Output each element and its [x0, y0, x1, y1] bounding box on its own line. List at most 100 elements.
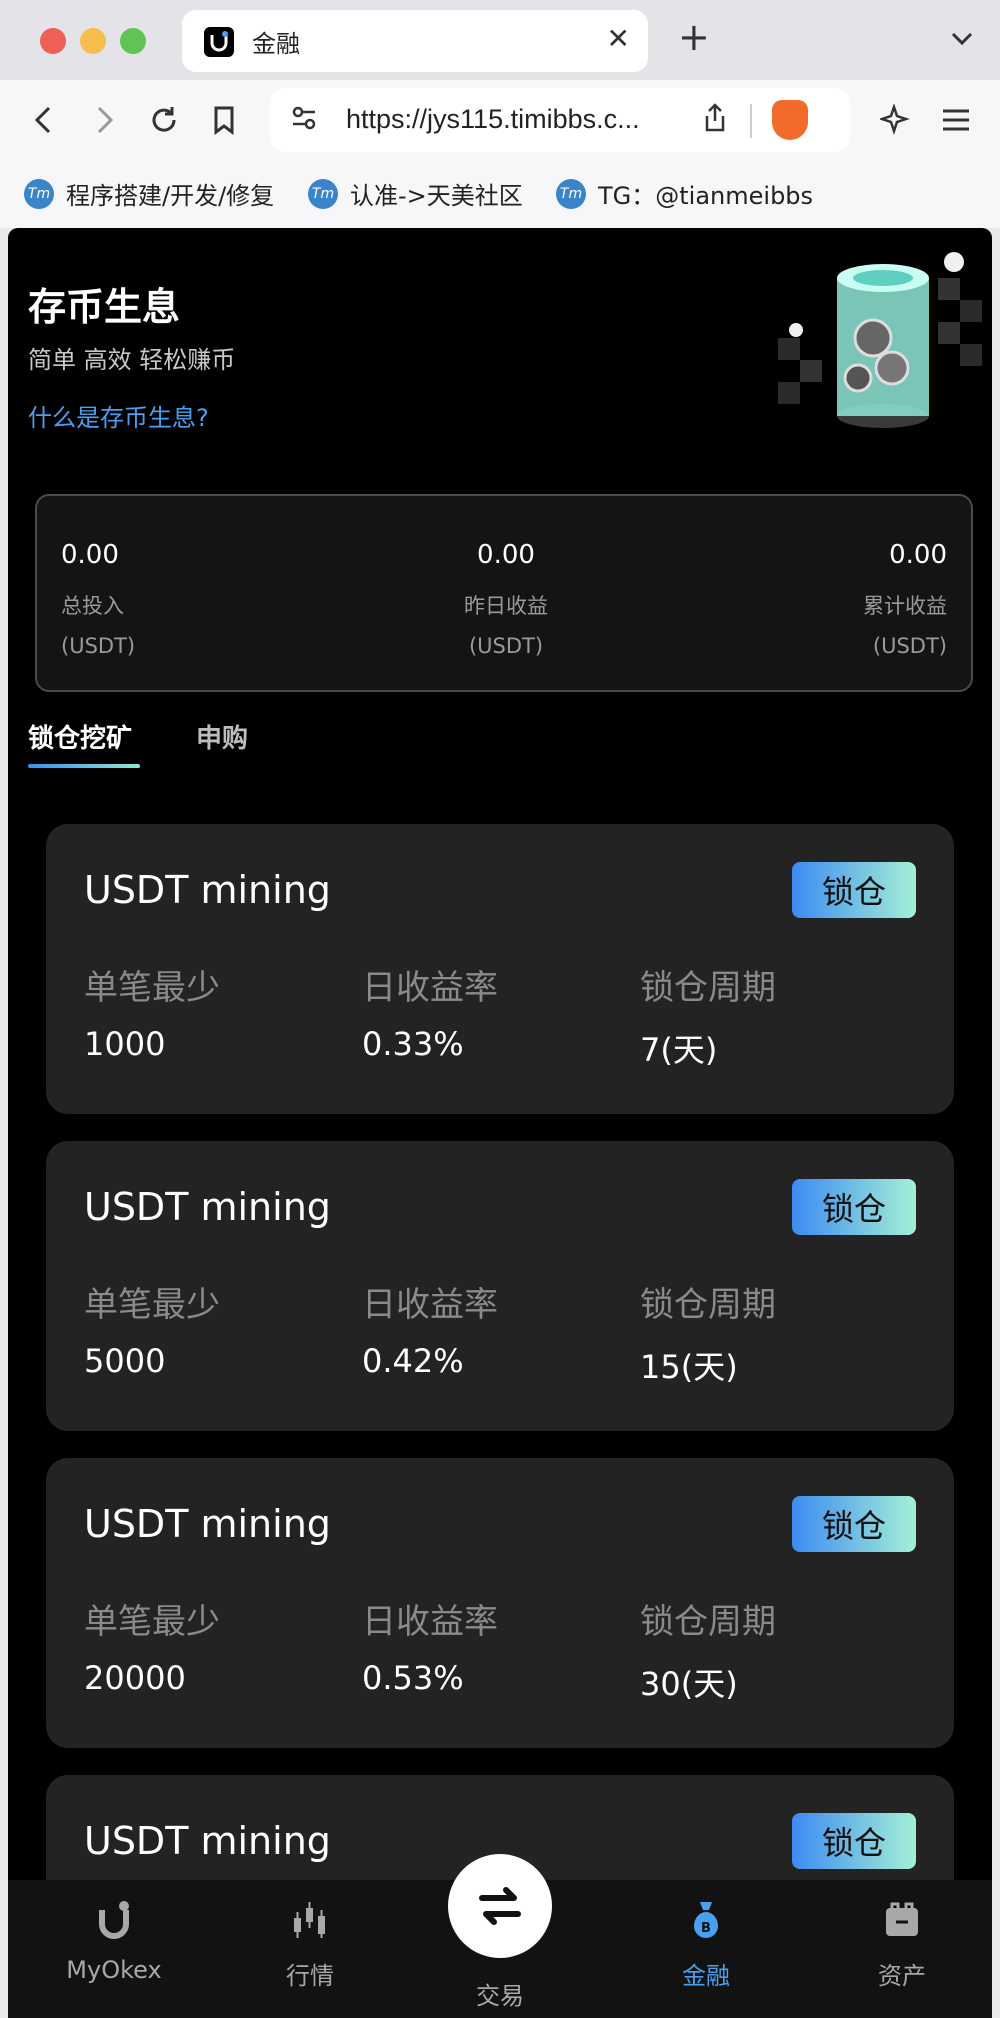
min-amount-field: 单笔最少 20000	[84, 1594, 220, 1697]
bookmark-item[interactable]: Tm TG：@tianmeibbs	[556, 176, 813, 211]
nav-item-finance[interactable]: B 金融	[636, 1898, 776, 1991]
tianmei-logo-icon: Tm	[24, 178, 54, 209]
field-value: 15(天)	[640, 1348, 738, 1386]
field-label: 锁仓周期	[640, 968, 776, 1008]
swap-arrows-icon	[479, 1887, 521, 1925]
ai-sparkle-icon[interactable]	[876, 100, 916, 140]
tab-list-chevron-icon[interactable]	[950, 24, 974, 54]
page-content: 存币生息 简单 高效 轻松赚币 什么是存币生息? 0.00 总投入 (USDT)…	[8, 228, 992, 2018]
field-value: 0.33%	[362, 1025, 464, 1063]
active-tab-indicator	[28, 764, 140, 768]
tab-title: 金融	[252, 30, 300, 58]
bookmark-label: 程序搭建/开发/修复	[66, 182, 275, 210]
candlestick-icon	[288, 1898, 332, 1942]
new-tab-button[interactable]: +	[678, 18, 710, 56]
trade-button[interactable]	[448, 1854, 552, 1958]
close-window-button[interactable]	[40, 28, 66, 54]
share-icon[interactable]	[702, 102, 728, 141]
field-label: 日收益率	[362, 968, 498, 1008]
savings-vault-illustration	[778, 252, 982, 428]
lock-period-field: 锁仓周期 15(天)	[640, 1277, 776, 1388]
summary-label: 累计收益	[863, 594, 947, 618]
maximize-window-button[interactable]	[120, 28, 146, 54]
nav-label-trade[interactable]: 交易	[440, 1976, 560, 2011]
mining-product-card: USDT mining 锁仓 单笔最少 1000 日收益率 0.33% 锁仓周期…	[46, 824, 954, 1114]
field-label: 锁仓周期	[640, 1285, 776, 1325]
tianmei-logo-icon: Tm	[308, 178, 338, 209]
nav-label: 行情	[286, 1962, 334, 1990]
back-arrow-icon[interactable]	[24, 100, 64, 140]
nav-label: 资产	[878, 1962, 926, 1990]
close-tab-icon[interactable]: ✕	[607, 22, 630, 55]
site-favicon-icon	[204, 27, 234, 57]
page-subtitle: 简单 高效 轻松赚币	[28, 346, 236, 374]
field-value: 20000	[84, 1659, 186, 1697]
field-label: 日收益率	[362, 1602, 498, 1642]
bookmark-label: TG：@tianmeibbs	[598, 182, 814, 210]
summary-value: 0.00	[889, 540, 947, 570]
nav-item-market[interactable]: 行情	[240, 1898, 380, 1991]
lock-button[interactable]: 锁仓	[792, 1179, 916, 1235]
min-amount-field: 单笔最少 5000	[84, 1277, 220, 1380]
product-title: USDT mining	[84, 1185, 331, 1229]
summary-unit: (USDT)	[468, 634, 544, 658]
lock-button[interactable]: 锁仓	[792, 1496, 916, 1552]
cumulative-earnings: 0.00 累计收益 (USDT)	[863, 540, 947, 658]
site-settings-icon[interactable]	[290, 104, 318, 139]
lock-period-field: 锁仓周期 7(天)	[640, 960, 776, 1071]
bookmark-icon[interactable]	[204, 100, 244, 140]
tab-subscribe[interactable]: 申购	[196, 718, 248, 755]
nav-label: 金融	[682, 1962, 730, 1990]
field-value: 1000	[84, 1025, 166, 1063]
browser-tab-active[interactable]: 金融 ✕	[182, 10, 648, 72]
nav-item-myokex[interactable]: MyOkex	[44, 1898, 184, 1984]
minimize-window-button[interactable]	[80, 28, 106, 54]
lock-button[interactable]: 锁仓	[792, 1813, 916, 1869]
wallet-icon	[880, 1898, 924, 1942]
address-bar[interactable]: https://jys115.timibbs.c...	[270, 88, 850, 152]
nav-label: MyOkex	[66, 1956, 162, 1984]
money-bag-icon: B	[684, 1898, 728, 1942]
mining-product-card: USDT mining 锁仓 单笔最少 20000 日收益率 0.53% 锁仓周…	[46, 1458, 954, 1748]
bookmark-label: 认准->天美社区	[350, 182, 523, 210]
daily-rate-field: 日收益率 0.33%	[362, 960, 498, 1063]
what-is-savings-link[interactable]: 什么是存币生息?	[28, 398, 209, 433]
menu-icon[interactable]	[936, 100, 976, 140]
field-label: 单笔最少	[84, 968, 220, 1008]
forward-arrow-icon[interactable]	[84, 100, 124, 140]
svg-text:B: B	[701, 1921, 711, 1936]
field-value: 7(天)	[640, 1031, 718, 1069]
reload-icon[interactable]	[144, 100, 184, 140]
field-label: 单笔最少	[84, 1602, 220, 1642]
lock-period-field: 锁仓周期 30(天)	[640, 1594, 776, 1705]
browser-tabbar: 金融 ✕ +	[0, 0, 1000, 80]
summary-label: 昨日收益	[464, 594, 548, 618]
field-value: 0.42%	[362, 1342, 464, 1380]
address-bar-divider	[750, 104, 752, 138]
summary-unit: (USDT)	[872, 634, 947, 658]
field-label: 单笔最少	[84, 1285, 220, 1325]
okex-logo-icon	[92, 1898, 136, 1942]
yesterday-earnings: 0.00 昨日收益 (USDT)	[37, 540, 975, 658]
min-amount-field: 单笔最少 1000	[84, 960, 220, 1063]
url-text[interactable]: https://jys115.timibbs.c...	[346, 104, 640, 135]
mining-product-card: USDT mining 锁仓 单笔最少 5000 日收益率 0.42% 锁仓周期…	[46, 1141, 954, 1431]
bookmarks-bar: Tm 程序搭建/开发/修复 Tm 认准->天美社区 Tm TG：@tianmei…	[0, 162, 1000, 228]
bookmark-item[interactable]: Tm 认准->天美社区	[308, 176, 523, 211]
field-value: 30(天)	[640, 1665, 738, 1703]
field-value: 5000	[84, 1342, 166, 1380]
lock-button[interactable]: 锁仓	[792, 862, 916, 918]
brave-shields-icon[interactable]	[772, 100, 808, 140]
daily-rate-field: 日收益率 0.53%	[362, 1594, 498, 1697]
daily-rate-field: 日收益率 0.42%	[362, 1277, 498, 1380]
product-title: USDT mining	[84, 868, 331, 912]
bookmark-item[interactable]: Tm 程序搭建/开发/修复	[24, 176, 274, 211]
field-label: 日收益率	[362, 1285, 498, 1325]
summary-value: 0.00	[477, 540, 535, 570]
bottom-navigation: MyOkex 行情 交易 B 金融 资产	[8, 1854, 992, 2018]
tianmei-logo-icon: Tm	[556, 178, 586, 209]
tab-lock-mining[interactable]: 锁仓挖矿	[28, 718, 132, 755]
earnings-summary-panel: 0.00 总投入 (USDT) 0.00 昨日收益 (USDT) 0.00 累计…	[35, 494, 973, 692]
nav-item-assets[interactable]: 资产	[832, 1898, 972, 1991]
product-title: USDT mining	[84, 1502, 331, 1546]
